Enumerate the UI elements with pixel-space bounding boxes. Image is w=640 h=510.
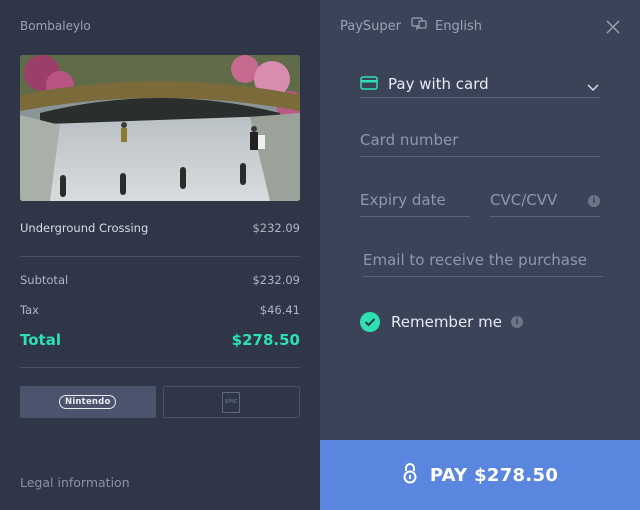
remember-info-icon[interactable]: i — [510, 316, 523, 328]
subtotal-label: Subtotal — [20, 273, 69, 287]
chevron-down-icon — [586, 77, 600, 96]
line-item: Underground Crossing $232.09 — [20, 221, 300, 235]
tax-label: Tax — [20, 303, 39, 317]
payment-method-label: Pay with card — [388, 75, 489, 93]
total-value: $278.50 — [231, 331, 300, 349]
lock-icon — [402, 462, 418, 488]
legal-information-link[interactable]: Legal information — [20, 475, 130, 490]
platform-epic-button[interactable]: EPIC — [162, 386, 300, 418]
close-icon[interactable] — [606, 19, 620, 38]
paysuper-brand: PaySuper — [340, 18, 402, 34]
email-field[interactable]: Email to receive the purchase — [363, 251, 603, 277]
subtotal-row: Subtotal $232.09 — [20, 273, 300, 287]
cvc-field[interactable]: CVC/CVV — [490, 191, 600, 217]
remember-me-toggle[interactable]: Remember me i — [360, 312, 523, 332]
expiry-date-field[interactable]: Expiry date — [360, 191, 470, 217]
card-number-field[interactable]: Card number — [360, 131, 600, 157]
product-price: $232.09 — [252, 221, 300, 235]
divider — [20, 256, 300, 257]
card-icon — [360, 75, 378, 94]
topbar: PaySuper English — [340, 17, 482, 35]
check-icon[interactable] — [360, 312, 380, 332]
platform-selector: Nintendo EPIC — [20, 386, 300, 418]
order-summary-panel: Bombaleylo Underground Crossing $232.09 … — [0, 0, 320, 510]
epic-games-logo: EPIC — [222, 391, 241, 413]
product-name: Underground Crossing — [20, 221, 149, 235]
total-row: Total $278.50 — [20, 331, 300, 349]
total-label: Total — [20, 331, 61, 349]
tax-row: Tax $46.41 — [20, 303, 300, 317]
platform-nintendo-button[interactable]: Nintendo — [20, 386, 156, 418]
language-selector[interactable]: English — [435, 19, 482, 34]
remember-me-label: Remember me — [391, 313, 502, 331]
pay-button[interactable]: PAY $278.50 — [320, 440, 640, 510]
payment-method-dropdown[interactable]: Pay with card — [360, 71, 600, 98]
divider — [20, 367, 300, 368]
merchant-name: Bombaleylo — [20, 19, 91, 33]
tax-value: $46.41 — [259, 303, 300, 317]
game-cover-image — [20, 55, 300, 201]
nintendo-logo: Nintendo — [59, 395, 117, 409]
pay-button-label: PAY $278.50 — [429, 464, 559, 486]
subtotal-value: $232.09 — [252, 273, 300, 287]
language-icon[interactable] — [411, 17, 427, 35]
cvc-info-icon[interactable]: i — [588, 195, 600, 207]
